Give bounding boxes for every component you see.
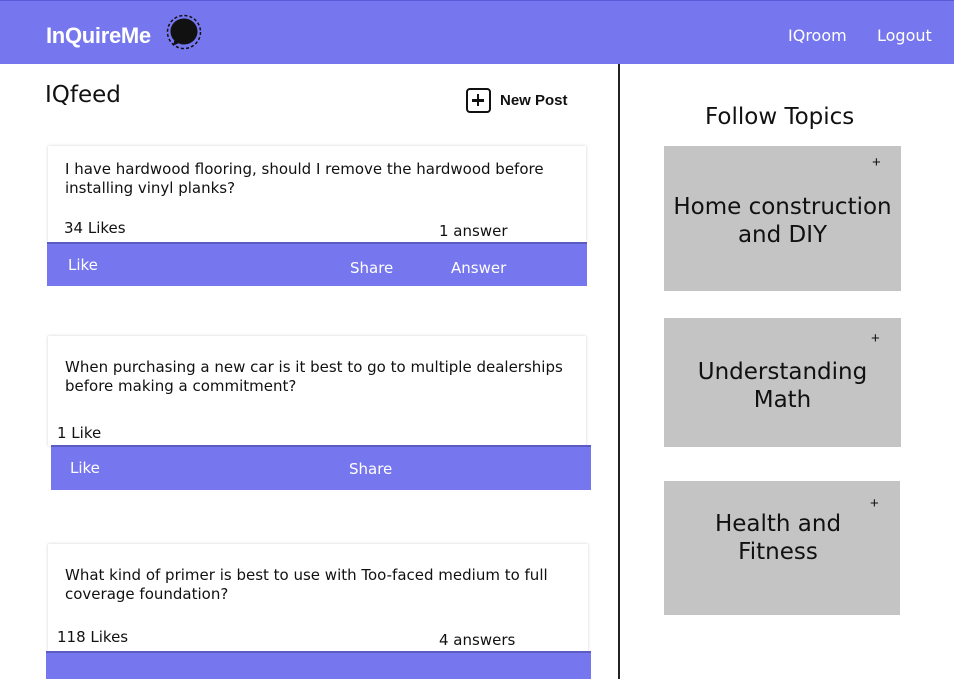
plus-square-icon [466,87,491,113]
top-navbar: InQuireMe IQroom Logout [0,0,954,64]
topic-label-line: Fitness [738,539,818,565]
post-answers-count[interactable]: 4 answers [439,631,515,649]
post-action-bar: Like Share Answer [47,242,587,286]
topic-card-health-fitness[interactable]: + Health and Fitness [664,481,900,615]
new-post-button[interactable]: New Post [466,87,568,113]
topic-label-line: Health and [714,511,842,537]
post-likes-count: 1 Like [57,424,102,442]
follow-plus-icon[interactable]: + [872,154,881,171]
follow-topics-title: Follow Topics [705,104,855,130]
nav-iqroom-link[interactable]: IQroom [788,26,847,45]
post-question[interactable]: What kind of primer is best to use with … [65,566,575,604]
post-card: What kind of primer is best to use with … [48,544,588,652]
new-post-label: New Post [500,91,568,109]
page-title: IQfeed [45,82,121,108]
topic-label: Understanding Math [664,358,901,414]
post-question[interactable]: I have hardwood flooring, should I remov… [65,160,575,198]
topic-label: Health and Fitness [660,510,896,566]
like-button[interactable]: Like [70,459,100,477]
follow-plus-icon[interactable]: + [871,330,880,347]
post-answers-count[interactable]: 1 answer [439,222,508,240]
like-button[interactable]: Like [68,256,98,274]
topic-card-home-construction[interactable]: + Home construction and DIY [664,146,901,291]
post-likes-count: 34 Likes [64,219,126,237]
topic-label-line: Home construction [673,194,892,220]
post-likes-count: 118 Likes [57,628,129,646]
share-button[interactable]: Share [350,259,393,277]
share-button[interactable]: Share [349,460,392,478]
post-card: When purchasing a new car is it best to … [48,336,586,446]
speech-bubble-icon [166,14,202,50]
topic-label: Home construction and DIY [664,193,901,249]
column-divider [618,64,620,679]
post-action-bar [46,651,591,679]
topic-card-understanding-math[interactable]: + Understanding Math [664,318,901,447]
answer-button[interactable]: Answer [451,259,506,277]
topic-label-line: Math [753,387,812,413]
brand-name[interactable]: InQuireMe [46,23,151,49]
post-action-bar: Like Share [51,445,591,490]
topic-label-line: Understanding [697,359,868,385]
post-card: I have hardwood flooring, should I remov… [48,146,586,242]
topic-label-line: and DIY [737,222,828,248]
post-question[interactable]: When purchasing a new car is it best to … [65,358,575,396]
nav-logout-link[interactable]: Logout [877,26,932,45]
